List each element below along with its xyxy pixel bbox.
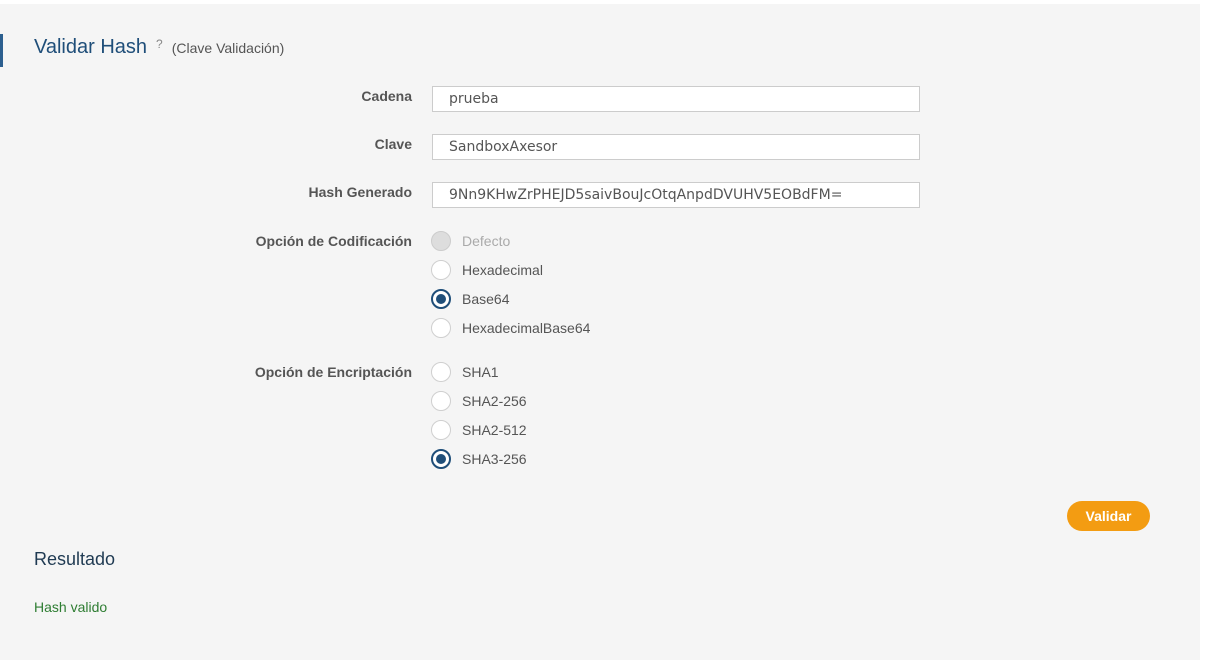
radio-label: Base64	[462, 291, 510, 307]
page-header: Validar Hash ? (Clave Validación)	[34, 36, 284, 59]
radio-label: Hexadecimal	[462, 262, 543, 278]
radio-label: SHA1	[462, 364, 499, 380]
radio-label: HexadecimalBase64	[462, 320, 591, 336]
hash-generado-input[interactable]	[432, 182, 920, 208]
encriptacion-option-sha1[interactable]: SHA1	[431, 361, 499, 383]
radio-button[interactable]	[431, 362, 451, 382]
validar-button[interactable]: Validar	[1067, 501, 1150, 531]
radio-label: Defecto	[462, 233, 511, 249]
radio-button	[431, 231, 451, 251]
radio-button[interactable]	[431, 289, 451, 309]
page-title: Validar Hash	[34, 36, 148, 58]
radio-label: SHA2-256	[462, 393, 527, 409]
result-message: Hash valido	[34, 599, 108, 615]
radio-button[interactable]	[431, 391, 451, 411]
clave-label: Clave	[374, 136, 412, 152]
encriptacion-label: Opción de Encriptación	[254, 364, 412, 380]
radio-button[interactable]	[431, 318, 451, 338]
radio-button[interactable]	[431, 260, 451, 280]
help-icon[interactable]: ?	[156, 37, 163, 51]
encriptacion-option-sha2-512[interactable]: SHA2-512	[431, 419, 527, 441]
radio-button[interactable]	[431, 449, 451, 469]
result-title: Resultado	[34, 549, 116, 569]
encriptacion-option-sha2-256[interactable]: SHA2-256	[431, 390, 527, 412]
radio-label: SHA2-512	[462, 422, 527, 438]
radio-label: SHA3-256	[462, 451, 527, 467]
encriptacion-option-sha3-256[interactable]: SHA3-256	[431, 448, 527, 470]
radio-button[interactable]	[431, 420, 451, 440]
cadena-label: Cadena	[361, 88, 412, 104]
hash-generado-label: Hash Generado	[308, 184, 412, 200]
page-subtitle: (Clave Validación)	[171, 40, 285, 56]
cadena-input[interactable]	[432, 86, 920, 112]
codificacion-option-hexadecimalbase64[interactable]: HexadecimalBase64	[431, 317, 590, 339]
clave-input[interactable]	[432, 134, 920, 160]
codificacion-option-defecto: Defecto	[431, 230, 510, 252]
codificacion-option-hexadecimal[interactable]: Hexadecimal	[431, 259, 543, 281]
codificacion-label: Opción de Codificación	[255, 233, 412, 249]
section-accent-bar	[0, 34, 3, 67]
codificacion-option-base64[interactable]: Base64	[431, 288, 509, 310]
